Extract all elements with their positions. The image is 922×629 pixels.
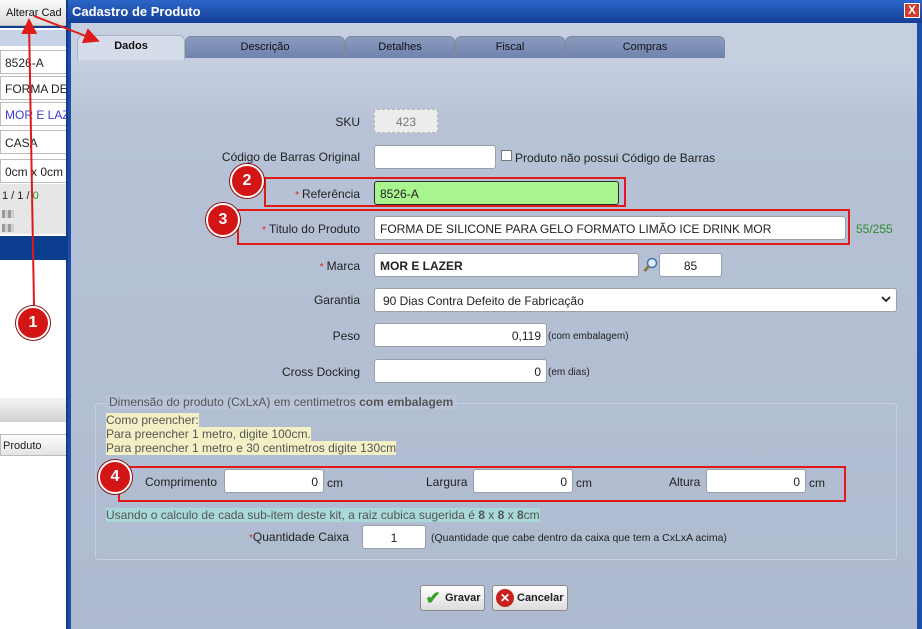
quantidade-label: *Quantidade Caixa: [249, 530, 349, 544]
close-icon: ✕: [496, 589, 514, 607]
tab-descricao[interactable]: Descrição: [185, 36, 345, 58]
tab-fiscal[interactable]: Fiscal: [455, 36, 565, 58]
header-bar: [0, 26, 70, 28]
blurred-image: [2, 224, 14, 232]
column-header-produto[interactable]: Produto: [0, 434, 70, 456]
bg-toolbar: [0, 398, 70, 422]
annotation-badge-3: 3: [206, 203, 240, 237]
help-line: Para preencher 1 metro e 30 centimetros …: [106, 441, 397, 455]
garantia-select[interactable]: 90 Dias Contra Defeito de Fabricação: [374, 288, 897, 312]
bg-field-categoria[interactable]: CASA: [0, 130, 70, 154]
paging-info: 1 / 1 / 0: [2, 190, 39, 202]
dimensao-help: Como preencher: Para preencher 1 metro, …: [106, 413, 397, 455]
marca-label: * Marca: [319, 259, 360, 273]
tab-detalhes[interactable]: Detalhes: [345, 36, 455, 58]
peso-unit: (com embalagem): [548, 331, 629, 342]
help-line: Para preencher 1 metro, digite 100cm.: [106, 427, 311, 441]
crossdocking-unit: (em dias): [548, 367, 590, 378]
marca-input[interactable]: MOR E LAZER: [374, 253, 639, 277]
tab-dados[interactable]: Dados: [77, 35, 185, 60]
marca-code-input[interactable]: 85: [659, 253, 722, 277]
no-barcode-label: Produto não possui Código de Barras: [515, 151, 716, 165]
quantidade-hint: (Quantidade que cabe dentro da caixa que…: [431, 532, 727, 544]
garantia-value: 90 Dias Contra Defeito de Fabricação: [383, 294, 584, 308]
dialog-titlebar[interactable]: Cadastro de Produto X: [68, 0, 922, 23]
garantia-label: Garantia: [313, 293, 360, 307]
crossdocking-input[interactable]: 0: [374, 359, 547, 383]
barcode-label: Código de Barras Original: [221, 150, 360, 164]
checkmark-icon: ✔: [425, 588, 441, 608]
quantidade-input[interactable]: 1: [362, 525, 426, 549]
tab-compras[interactable]: Compras: [565, 36, 725, 58]
cancel-label: Cancelar: [517, 592, 564, 604]
close-button[interactable]: X: [904, 3, 920, 18]
dialog-title: Cadastro de Produto: [72, 4, 201, 19]
barcode-input[interactable]: [374, 145, 496, 169]
annotation-badge-2: 2: [230, 164, 264, 198]
titulo-counter: 55/255: [856, 222, 893, 236]
bg-field-marca[interactable]: MOR E LAZ: [0, 102, 70, 126]
crossdocking-label: Cross Docking: [281, 365, 360, 379]
blue-divider: [0, 236, 70, 260]
chevron-down-icon: [880, 292, 892, 309]
highlight-titulo: [237, 209, 850, 245]
dimensao-legend: Dimensão do produto (CxLxA) em centimetr…: [105, 395, 458, 409]
peso-input[interactable]: 0,119: [374, 323, 547, 347]
bg-field-dimensao[interactable]: 0cm x 0cm: [0, 159, 70, 183]
highlight-dimensoes: [118, 466, 846, 502]
sku-field: 423: [374, 109, 438, 133]
dialog-content: Dados Descrição Detalhes Fiscal Compras …: [71, 23, 917, 629]
cubic-root-suggestion: Usando o calculo de cada sub-item deste …: [106, 508, 540, 522]
bg-field-titulo[interactable]: FORMA DE: [0, 76, 70, 100]
annotation-badge-4: 4: [98, 460, 132, 494]
blurred-image: [2, 210, 14, 218]
sku-label: SKU: [335, 115, 360, 129]
peso-label: Peso: [332, 329, 360, 343]
help-line: Como preencher:: [106, 413, 199, 427]
save-label: Gravar: [445, 592, 481, 604]
no-barcode-checkbox[interactable]: [501, 150, 512, 161]
alterar-cadastro-button[interactable]: Alterar Cad: [0, 0, 70, 26]
highlight-referencia: [264, 177, 626, 207]
header-strip: [0, 30, 70, 46]
search-icon[interactable]: [643, 257, 659, 273]
product-dialog: Cadastro de Produto X Dados Descrição De…: [66, 0, 922, 629]
save-button[interactable]: ✔ Gravar: [420, 585, 486, 611]
bg-field-referencia[interactable]: 8526-A: [0, 50, 70, 74]
cancel-button[interactable]: ✕ Cancelar: [492, 585, 569, 611]
annotation-badge-1: 1: [16, 306, 50, 340]
